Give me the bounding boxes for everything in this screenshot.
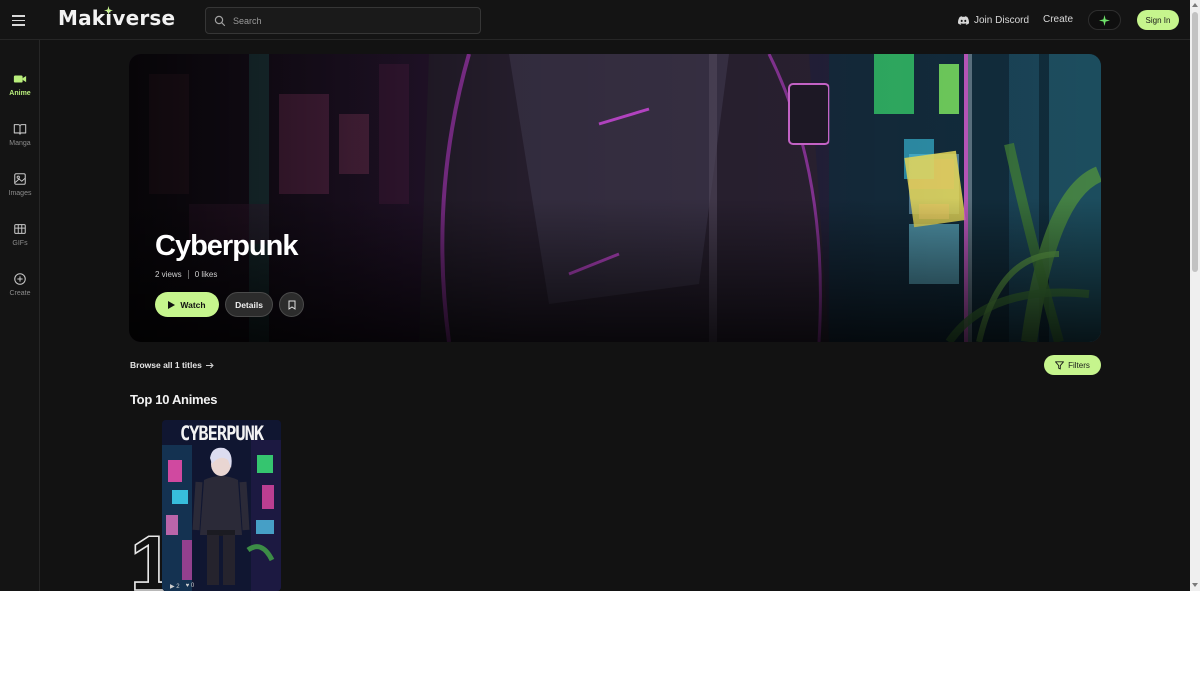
video-camera-icon: [13, 75, 27, 83]
stats-divider: [187, 270, 189, 279]
bookmark-button[interactable]: [279, 292, 304, 317]
plays-count: 2: [176, 584, 180, 590]
likes-stat: ♥ 0: [186, 583, 195, 590]
page-scrollbar[interactable]: [1190, 0, 1200, 591]
card-stats: ▶ 2 ♥ 0: [170, 583, 194, 590]
sidebar-item-gifs[interactable]: GIFs: [0, 220, 40, 256]
sidebar-item-label: Manga: [9, 140, 31, 147]
poster-title: CYBERPUNK: [179, 422, 264, 446]
likes-count: 0 likes: [194, 270, 218, 279]
anime-poster-image: [162, 420, 281, 591]
search-icon: [214, 15, 226, 27]
sidebar: Anime Manga Images GIFs Create: [0, 40, 40, 591]
watch-button[interactable]: Watch: [155, 292, 219, 317]
sidebar-item-label: Anime: [9, 90, 31, 97]
scroll-down-arrow-icon[interactable]: [1192, 583, 1198, 587]
likes-count: 0: [190, 583, 195, 589]
sidebar-item-label: Create: [9, 290, 31, 297]
sidebar-item-anime[interactable]: Anime: [0, 70, 40, 106]
search-box[interactable]: [205, 7, 481, 34]
sign-in-button[interactable]: Sign In: [1137, 10, 1179, 30]
watch-button-label: Watch: [180, 299, 206, 310]
browse-all-label: Browse all 1 titles: [130, 360, 202, 370]
sidebar-item-label: GIFs: [12, 240, 28, 247]
menu-line: [12, 15, 25, 17]
top-bar: Makiverse Join Discord Create Sign In: [0, 0, 1190, 40]
hero-artwork-image: [129, 54, 1101, 342]
menu-line: [12, 24, 25, 26]
arrow-right-icon: [205, 362, 214, 368]
site-logo[interactable]: Makiverse: [58, 6, 175, 30]
sidebar-item-images[interactable]: Images: [0, 170, 40, 206]
section-title: Top 10 Animes: [130, 392, 218, 407]
plays-stat: ▶ 2: [170, 583, 180, 590]
views-count: 2 views: [155, 270, 182, 279]
app-viewport: Makiverse Join Discord Create Sign In: [0, 0, 1200, 591]
scroll-thumb[interactable]: [1192, 12, 1198, 272]
filters-label: Filters: [1068, 360, 1090, 370]
bookmark-icon: [288, 300, 295, 310]
search-input[interactable]: [233, 12, 473, 30]
sparkle-icon: [1099, 14, 1110, 26]
hero-banner: Cyberpunk 2 views 0 likes Watch Details: [129, 54, 1101, 342]
logo-sparkle-icon: [104, 6, 113, 15]
play-icon: [168, 300, 176, 309]
sidebar-item-manga[interactable]: Manga: [0, 120, 40, 156]
menu-line: [12, 19, 25, 22]
filters-button[interactable]: Filters: [1044, 355, 1101, 375]
join-discord-label: Join Discord: [974, 14, 1030, 26]
browse-all-link[interactable]: Browse all 1 titles: [130, 360, 214, 370]
open-book-icon: [13, 124, 27, 135]
image-icon: [14, 173, 26, 185]
sidebar-item-create[interactable]: Create: [0, 270, 40, 306]
discord-icon: [958, 15, 969, 25]
sidebar-item-label: Images: [8, 190, 32, 197]
hero-stats: 2 views 0 likes: [155, 270, 217, 279]
ai-sparkle-button[interactable]: [1088, 10, 1121, 30]
rank-number-text: 1: [130, 520, 164, 591]
anime-card[interactable]: CYBERPUNK ▶ 2 ♥ 0: [162, 420, 281, 591]
scroll-up-arrow-icon[interactable]: [1192, 3, 1198, 7]
heart-icon: ♥: [185, 583, 190, 589]
details-button[interactable]: Details: [225, 292, 273, 317]
rank-number: 1: [130, 520, 164, 591]
play-icon: ▶: [170, 584, 175, 590]
join-discord-link[interactable]: Join Discord: [958, 13, 1029, 27]
plus-circle-icon: [14, 273, 26, 285]
hero-title: Cyberpunk: [155, 230, 298, 262]
filter-icon: [1055, 360, 1065, 369]
hamburger-menu-button[interactable]: [9, 10, 29, 30]
film-strip-icon: [14, 224, 26, 234]
create-link[interactable]: Create: [1043, 14, 1073, 25]
